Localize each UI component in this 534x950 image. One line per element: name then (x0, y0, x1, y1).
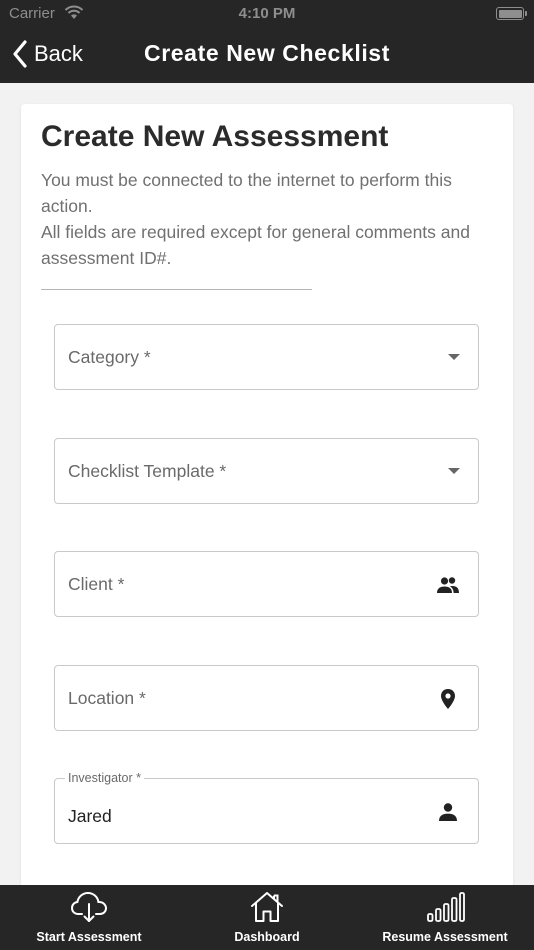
tab-dashboard[interactable]: Dashboard (178, 885, 356, 950)
client-label: Client * (68, 574, 125, 594)
chevron-down-icon (448, 468, 460, 474)
client-field[interactable]: Client * (54, 551, 479, 617)
investigator-label: Investigator * (65, 771, 144, 785)
location-pin-icon (441, 689, 455, 709)
location-field[interactable]: Location * (54, 665, 479, 731)
status-bar: Carrier 4:10 PM (0, 0, 534, 28)
investigator-field[interactable]: Investigator * Jared (54, 771, 479, 844)
person-icon (439, 803, 457, 821)
form-title: Create New Assessment (41, 120, 389, 153)
cloud-download-icon (70, 891, 108, 922)
signal-bars-icon (427, 892, 465, 922)
investigator-value: Jared (68, 806, 112, 826)
tab-start-assessment[interactable]: Start Assessment (0, 885, 178, 950)
tab-resume-assessment[interactable]: Resume Assessment (356, 885, 534, 950)
divider (41, 289, 312, 290)
top-bar: Carrier 4:10 PM Back Create New Checklis… (0, 0, 534, 83)
clock: 4:10 PM (238, 5, 296, 22)
page-title: Create New Checklist (144, 40, 390, 66)
location-label: Location * (68, 688, 146, 708)
checklist-template-label: Checklist Template * (68, 461, 227, 481)
people-icon (437, 577, 459, 593)
form-description: You must be connected to the internet to… (41, 167, 496, 271)
tab-resume-assessment-label: Resume Assessment (382, 930, 508, 944)
required-note: All fields are required except for gener… (41, 222, 470, 268)
connection-note: You must be connected to the internet to… (41, 170, 452, 216)
chevron-down-icon (448, 354, 460, 360)
form-card: Create New Assessment You must be connec… (21, 104, 513, 885)
checklist-template-select[interactable]: Checklist Template * (54, 438, 479, 504)
category-select[interactable]: Category * (54, 324, 479, 390)
battery-icon (496, 7, 527, 20)
tab-dashboard-label: Dashboard (234, 930, 300, 944)
tab-start-assessment-label: Start Assessment (36, 930, 142, 944)
home-icon (251, 892, 283, 922)
content-area[interactable]: Create New Assessment You must be connec… (0, 83, 534, 885)
category-label: Category * (68, 347, 151, 367)
tab-bar: Start Assessment Dashboard Resume Assess… (0, 885, 534, 950)
